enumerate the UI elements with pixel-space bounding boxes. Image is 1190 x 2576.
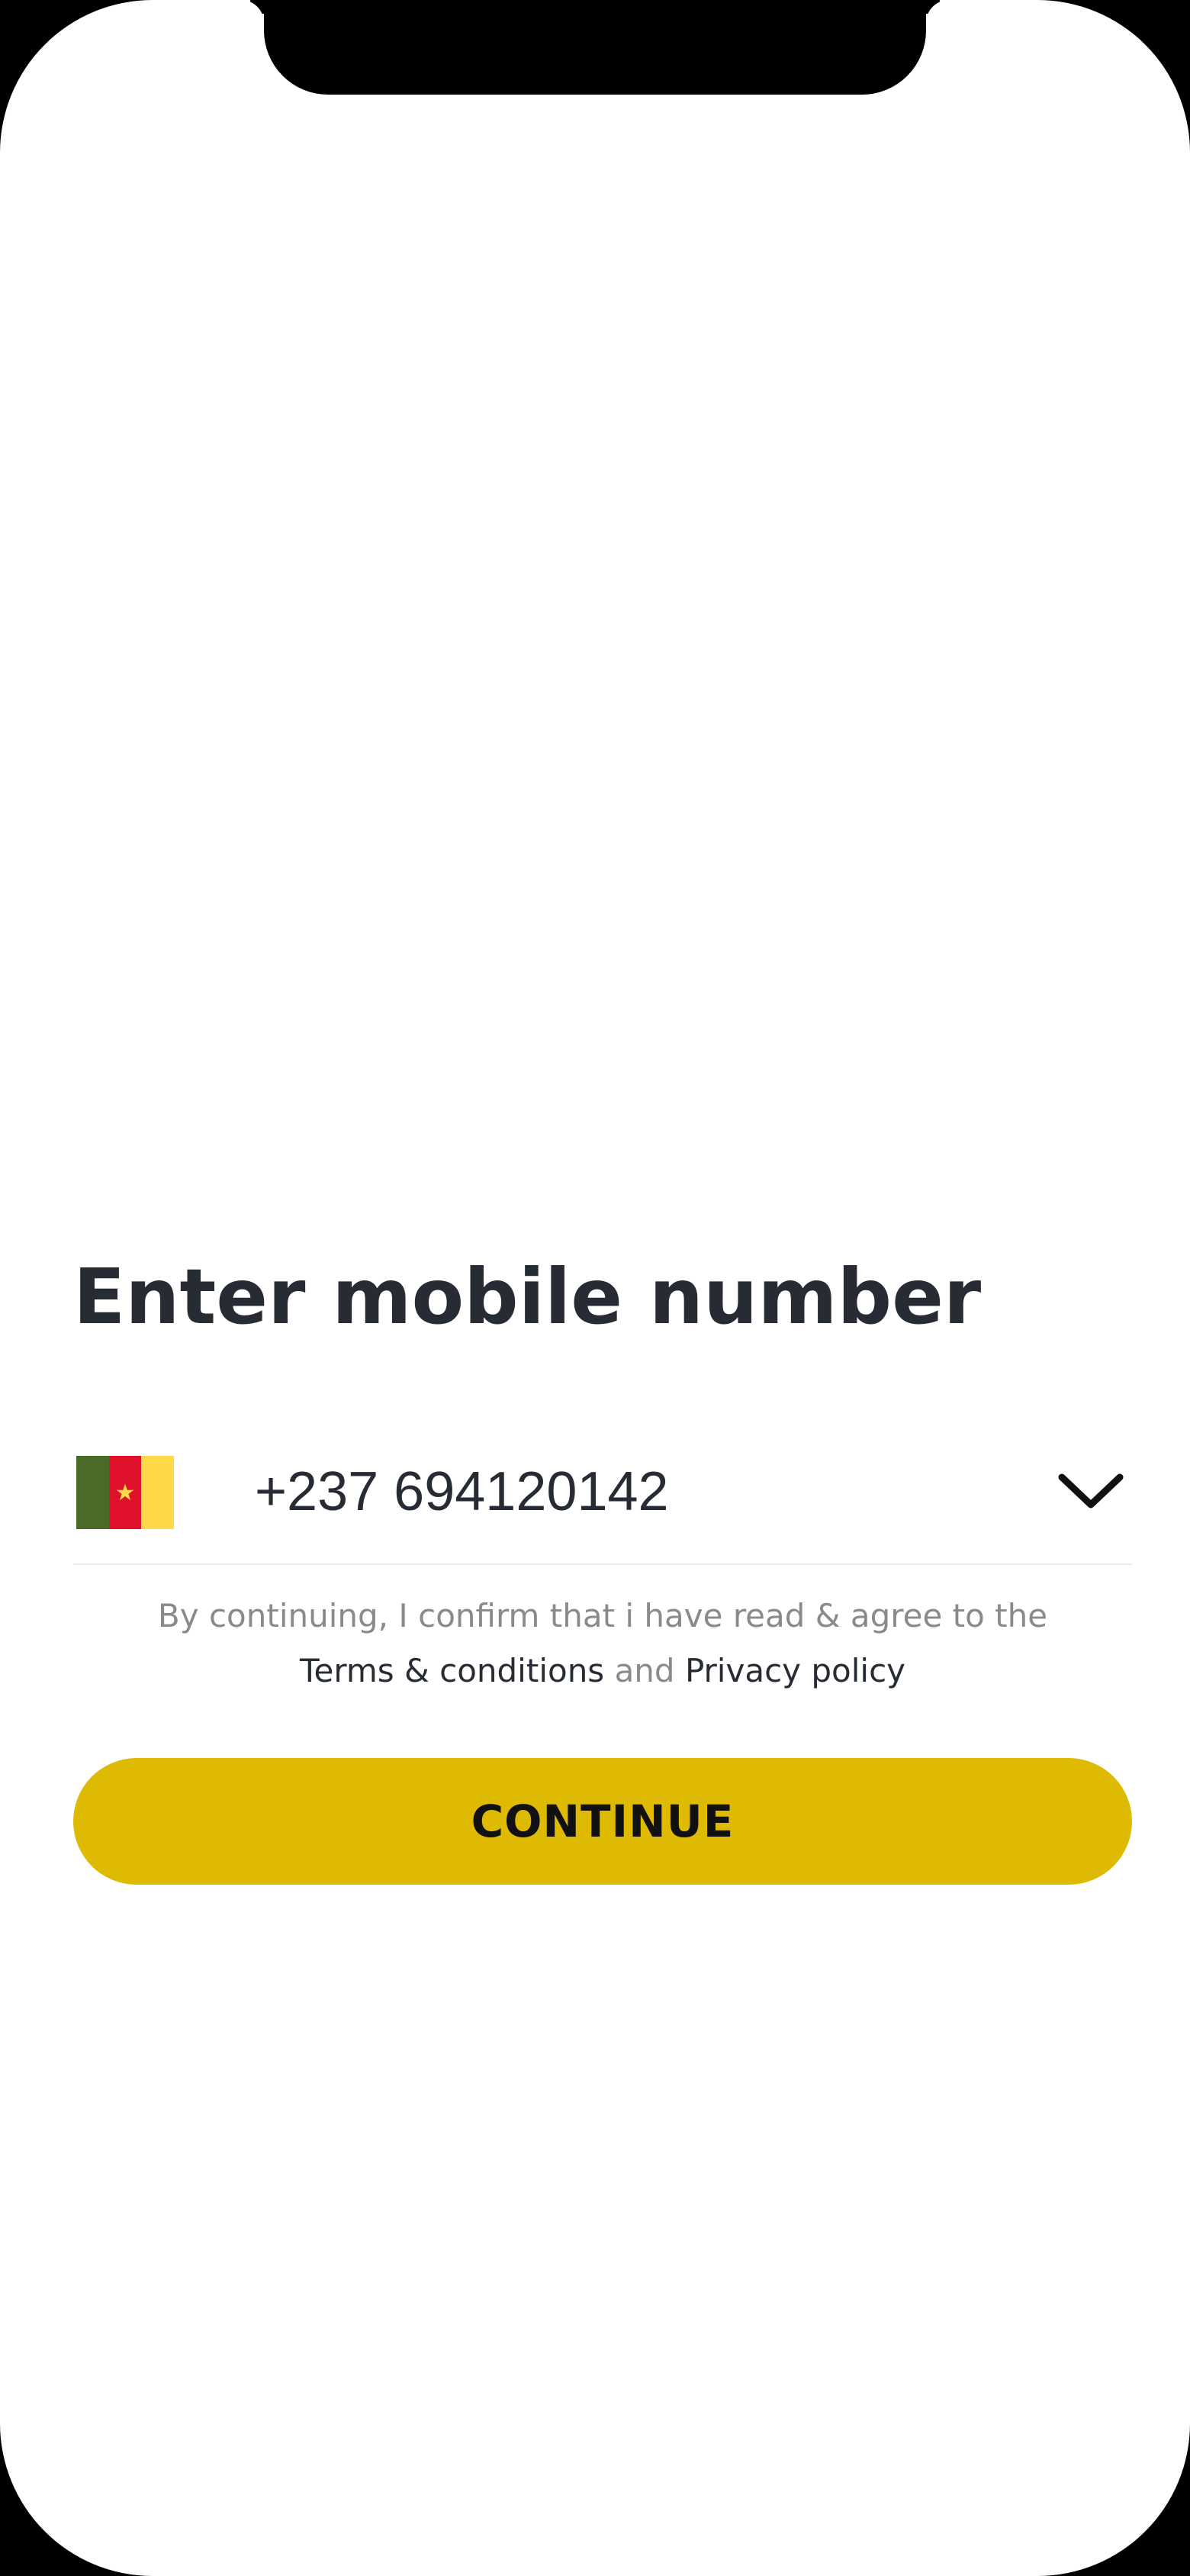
flag-star-icon: [116, 1483, 134, 1501]
flag-stripe-red: [108, 1456, 142, 1529]
legal-notice: By continuing, I confirm that i have rea…: [73, 1589, 1132, 1699]
phone-number-row[interactable]: +237 694120142: [73, 1435, 1132, 1564]
flag-stripe-yellow: [141, 1456, 174, 1529]
phone-screen: Enter mobile number +237 694120142 By co…: [0, 0, 1190, 2576]
legal-conjunction: and: [614, 1652, 675, 1689]
continue-button[interactable]: CONTINUE: [73, 1758, 1132, 1885]
phone-number-input[interactable]: +237 694120142: [255, 1450, 669, 1534]
chevron-down-icon[interactable]: [1056, 1467, 1126, 1515]
legal-links-line: Terms & conditions and Privacy policy: [73, 1644, 1132, 1699]
cameroon-flag-icon[interactable]: [76, 1456, 174, 1529]
legal-intro: By continuing, I confirm that i have rea…: [157, 1597, 1048, 1634]
terms-link[interactable]: Terms & conditions: [300, 1652, 604, 1689]
input-underline: [73, 1563, 1132, 1565]
device-notch: [264, 0, 926, 95]
flag-stripe-green: [76, 1456, 109, 1529]
page-title: Enter mobile number: [73, 1252, 982, 1341]
privacy-link[interactable]: Privacy policy: [685, 1652, 905, 1689]
